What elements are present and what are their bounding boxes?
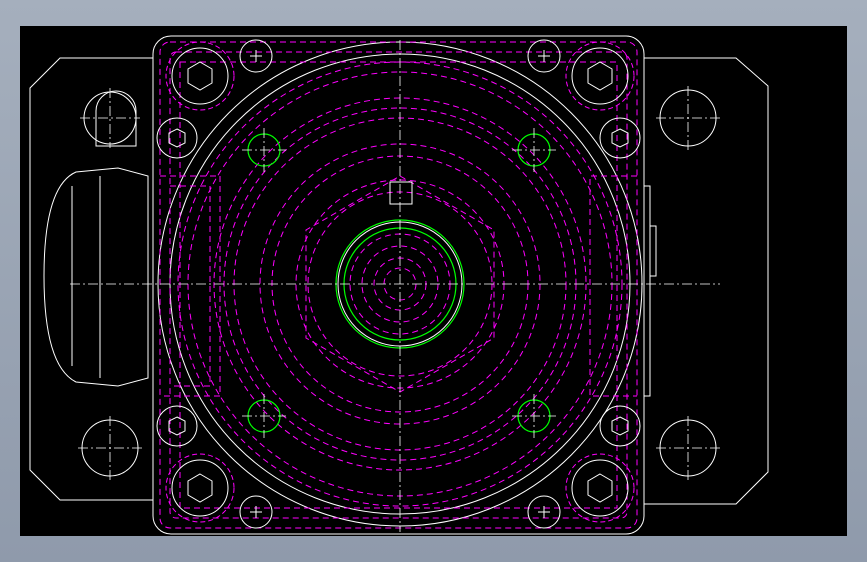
cad-drawing	[29, 35, 769, 535]
cad-viewport[interactable]	[20, 26, 847, 536]
center-lines	[70, 40, 720, 532]
base-plate-outline	[29, 35, 769, 535]
highlight-circles	[247, 133, 551, 433]
